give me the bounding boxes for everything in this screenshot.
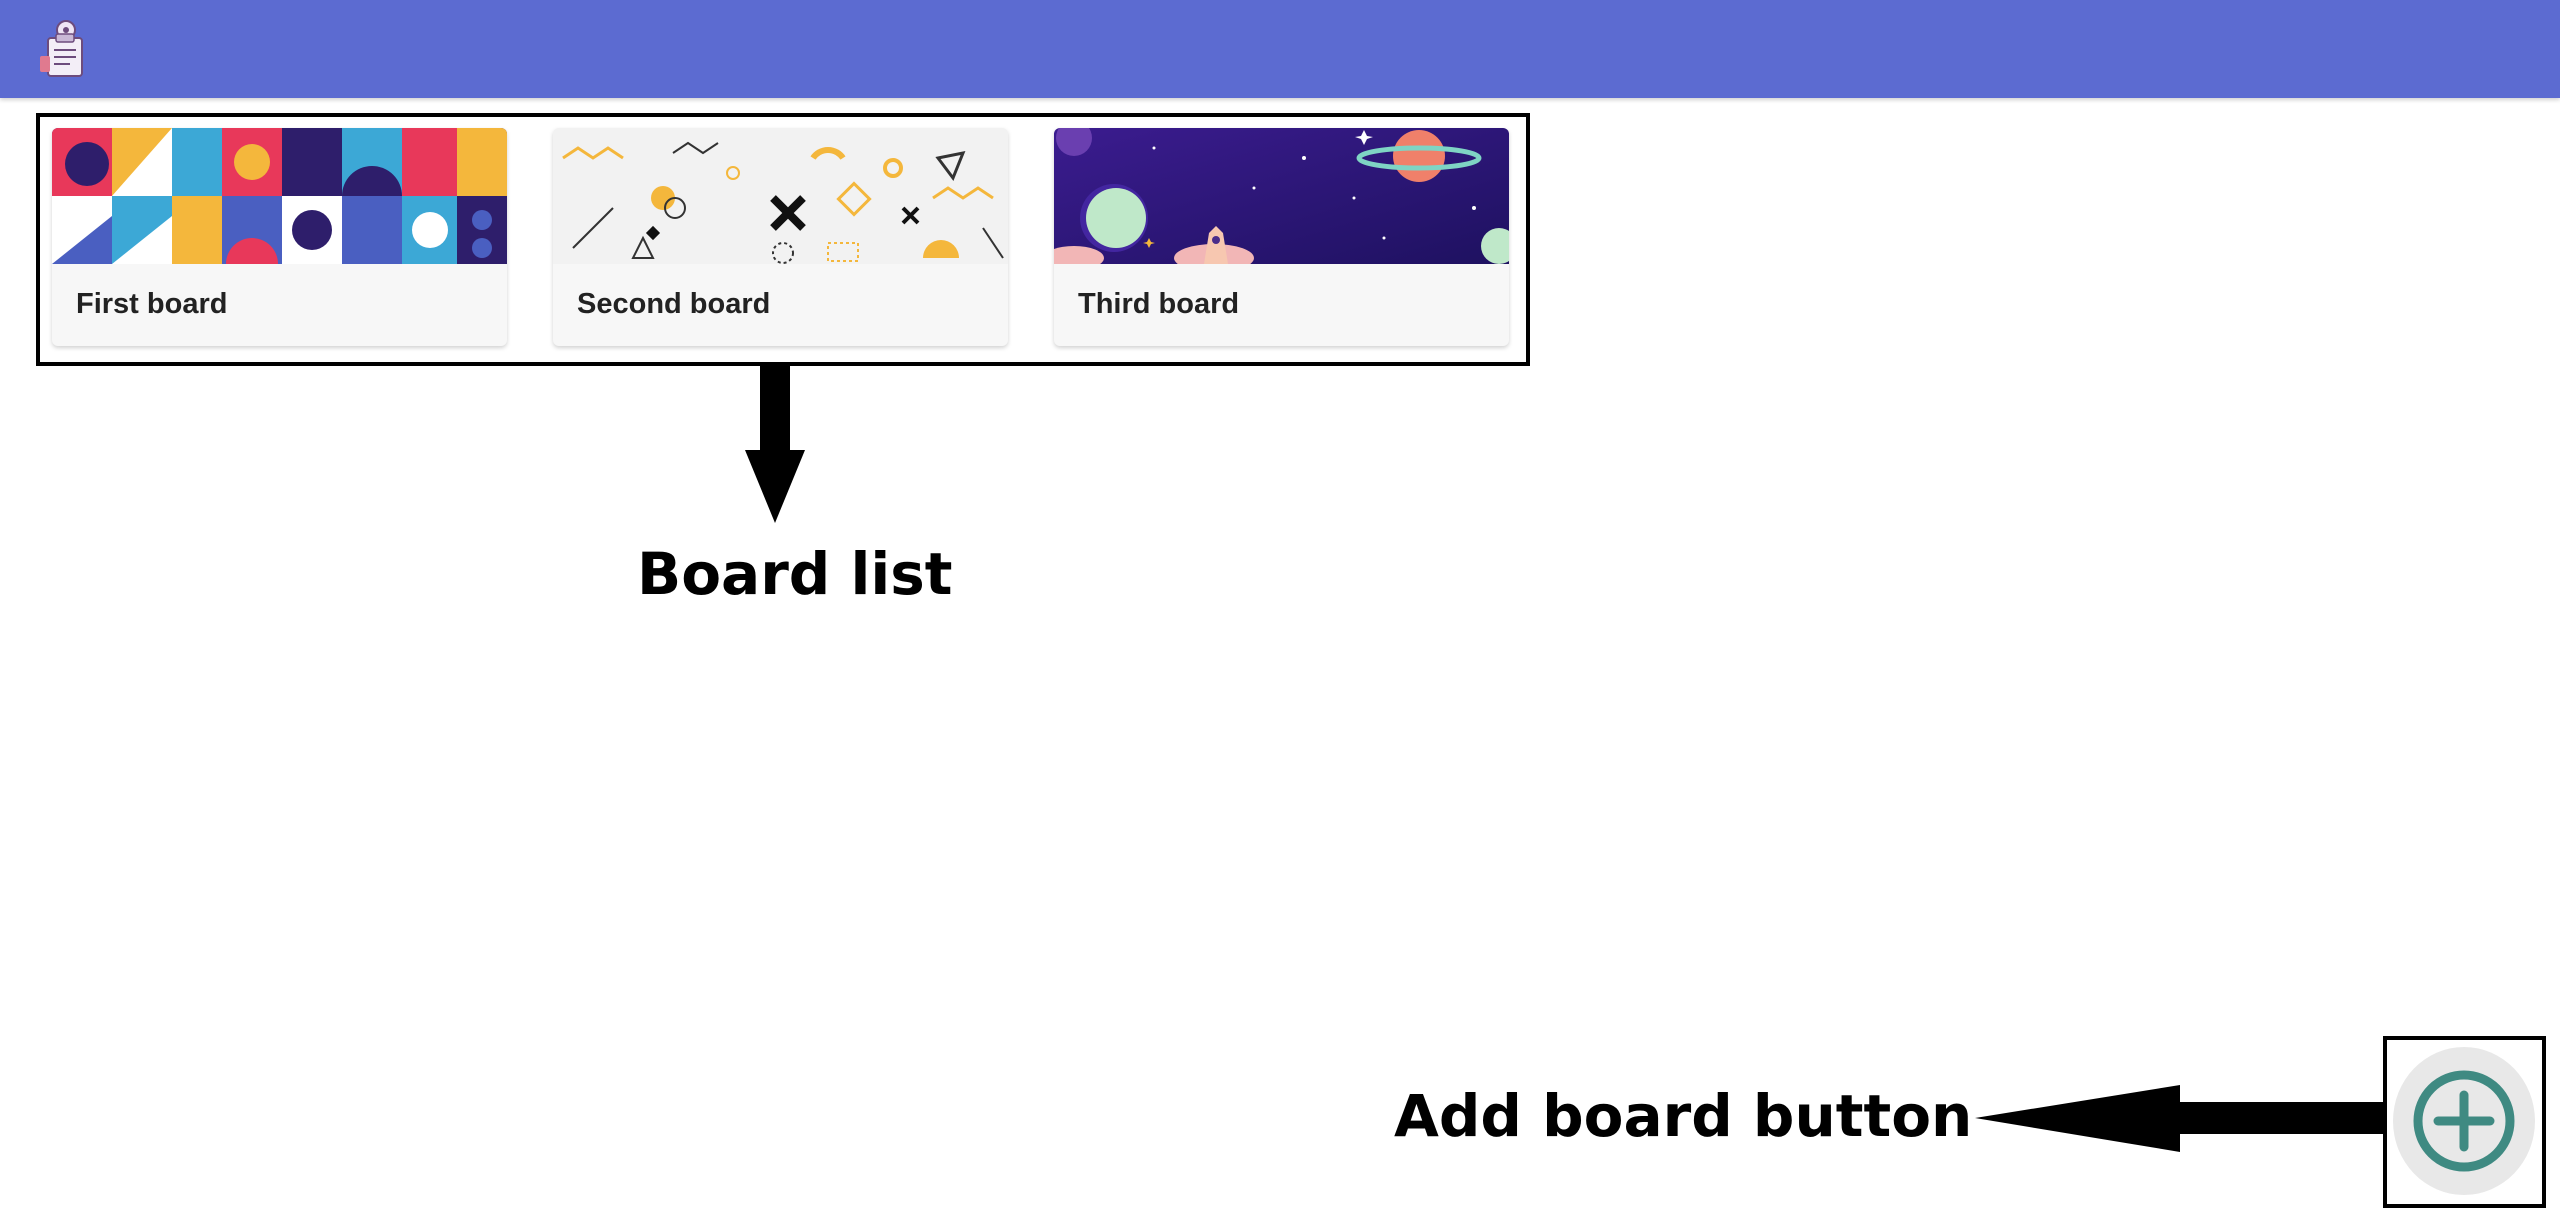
board-cover-space (1054, 128, 1509, 264)
board-list-annotation-label: Board list (637, 540, 953, 608)
plus-circle-icon (2413, 1070, 2515, 1172)
board-title: First board (76, 288, 228, 320)
board-card-second[interactable]: Second board (553, 128, 1008, 346)
add-board-button[interactable] (2393, 1047, 2535, 1195)
board-title: Second board (577, 288, 771, 320)
annotation-arrow-left (1975, 1085, 2387, 1152)
app-header (0, 0, 2560, 98)
annotation-arrow-down (745, 365, 805, 523)
clipboard-mascot-icon[interactable] (36, 20, 92, 80)
board-title: Third board (1078, 288, 1240, 320)
board-card-first[interactable]: First board (52, 128, 507, 346)
board-card-third[interactable]: Third board (1054, 128, 1509, 346)
board-cover-memphis (553, 128, 1008, 264)
add-board-annotation-label: Add board button (1394, 1082, 1973, 1150)
board-cover-geometric (52, 128, 507, 264)
